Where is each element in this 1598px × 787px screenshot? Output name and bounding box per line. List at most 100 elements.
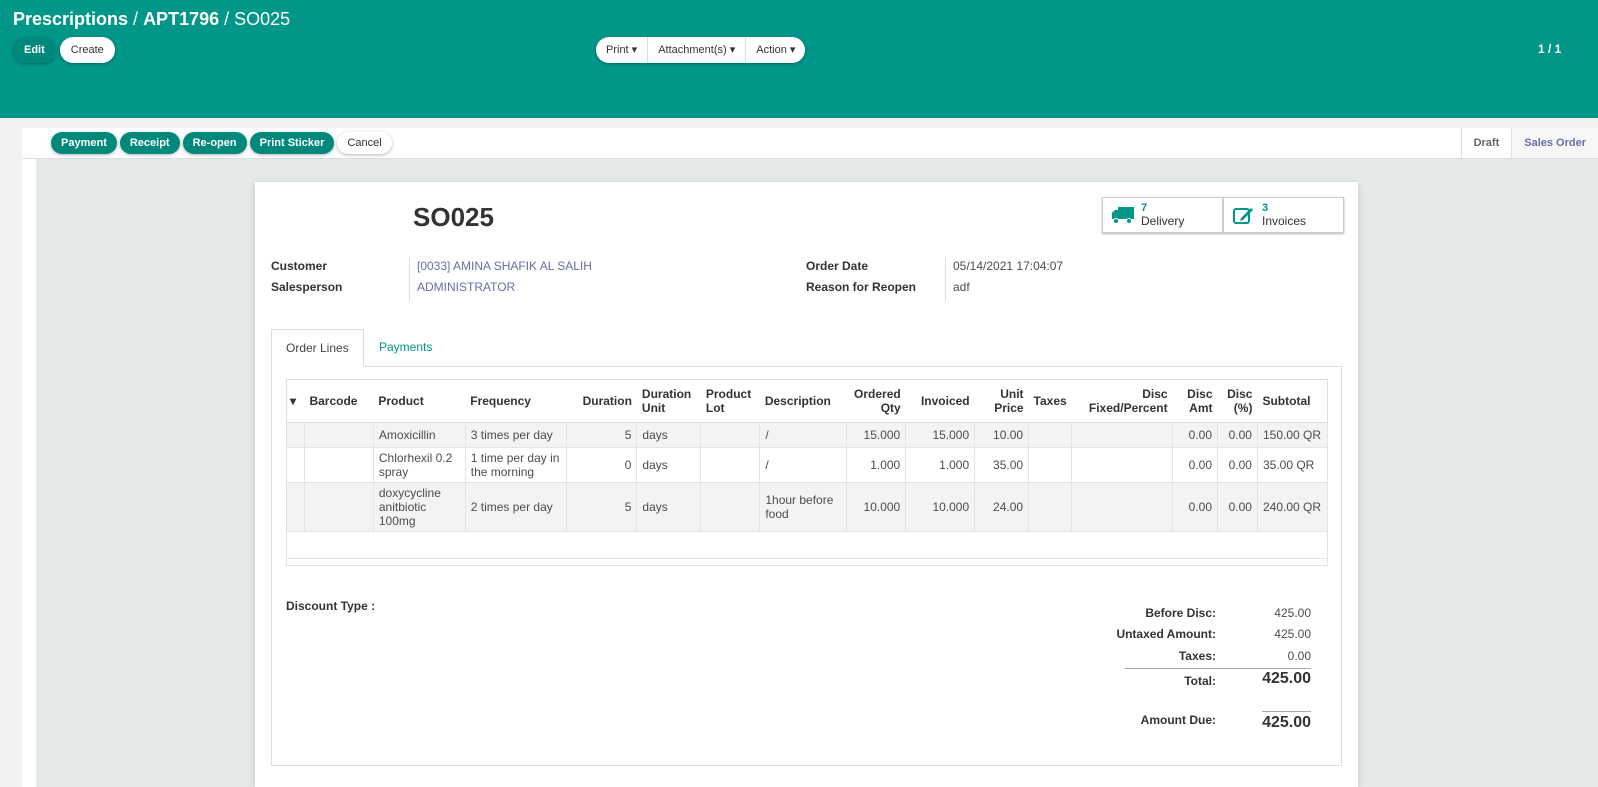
column-header[interactable]: Disc (%)	[1217, 379, 1258, 423]
table-cell: 10.000	[846, 482, 907, 532]
create-button[interactable]: Create	[59, 37, 115, 63]
reopen-button[interactable]: Re-open	[182, 132, 247, 154]
customer-label: Customer	[271, 259, 328, 273]
table-cell	[1071, 447, 1174, 483]
column-header[interactable]: Ordered Qty	[846, 379, 906, 423]
table-cell: 1hour before food	[759, 482, 848, 532]
edit-button[interactable]: Edit	[13, 37, 56, 63]
breadcrumb-prescriptions[interactable]: Prescriptions	[13, 9, 128, 29]
reason-field: adf	[953, 280, 970, 294]
customer-field[interactable]: [0033] AMINA SHAFIK AL SALIH	[417, 259, 592, 273]
taxes-label: Taxes:	[1178, 649, 1216, 663]
column-header[interactable]: Duration	[566, 379, 637, 423]
table-row[interactable]: doxycycline anitbiotic 100mg 2 times per …	[286, 482, 1329, 532]
invoices-smart-button[interactable]: 3 Invoices	[1223, 197, 1344, 233]
amount-due-label: Amount Due:	[1140, 713, 1216, 727]
table-cell: 5	[565, 422, 638, 448]
record-title: SO025	[413, 202, 494, 232]
table-row[interactable]: Amoxicillin 3 times per day 5 days/15.000 15…	[286, 422, 1329, 448]
table-cell	[1071, 422, 1174, 448]
total-label: Total:	[1184, 674, 1216, 688]
table-cell: 10.00	[974, 422, 1030, 448]
truck-icon	[1112, 207, 1134, 224]
stage-draft[interactable]: Draft	[1460, 128, 1512, 158]
control-panel: Prescriptions / APT1796 / SO025 Edit Cre…	[0, 0, 1598, 118]
column-header[interactable]: Unit Price	[974, 379, 1029, 423]
table-cell: 0.00	[1217, 422, 1258, 448]
empty-row	[286, 558, 1328, 566]
column-header[interactable]: Frequency	[465, 379, 567, 423]
table-cell	[700, 422, 761, 448]
column-header[interactable]: Disc Amt	[1172, 379, 1218, 423]
attachments-dropdown[interactable]: Attachment(s) ▾	[648, 37, 747, 63]
table-cell: 5	[565, 482, 638, 532]
table-cell: 0.00	[1217, 482, 1258, 532]
delivery-label: Delivery	[1141, 214, 1185, 228]
table-cell: 2 times per day	[464, 482, 567, 532]
cancel-button[interactable]: Cancel	[337, 132, 392, 154]
pager[interactable]: 1 / 1	[1538, 42, 1561, 56]
table-row[interactable]: Chlorhexil 0.2 spray 1 time per day in th…	[286, 447, 1329, 483]
sidebar-actions: Print ▾ Attachment(s) ▾ Action ▾	[596, 37, 806, 63]
column-header[interactable]: Product Lot	[700, 379, 760, 423]
payment-button[interactable]: Payment	[51, 132, 117, 154]
print-sticker-button[interactable]: Print Sticker	[249, 132, 335, 154]
delivery-smart-button[interactable]: 7 Delivery	[1102, 197, 1223, 233]
table-cell	[700, 447, 761, 483]
table-cell: 10.000	[905, 482, 976, 532]
action-dropdown[interactable]: Action ▾	[746, 37, 805, 63]
print-dropdown[interactable]: Print ▾	[596, 37, 649, 63]
column-header[interactable]: Taxes	[1028, 379, 1072, 423]
row-handle[interactable]	[286, 482, 305, 532]
receipt-button[interactable]: Receipt	[119, 132, 180, 154]
breadcrumb-appointment[interactable]: APT1796	[143, 9, 219, 29]
status-bar: Payment Receipt Re-open Print Sticker Ca…	[22, 128, 1598, 159]
table-cell: 24.00	[974, 482, 1030, 532]
amount-due-value: 425.00	[1262, 711, 1311, 732]
table-cell: 35.00 QR	[1256, 447, 1329, 483]
table-cell: 15.000	[905, 422, 976, 448]
table-cell: 0.00	[1172, 482, 1219, 532]
table-cell	[1071, 482, 1174, 532]
table-cell: /	[759, 447, 848, 483]
salesperson-field[interactable]: ADMINISTRATOR	[417, 280, 515, 294]
form-sheet: SO025 7 Delivery 3 Invoices Customer [0033…	[255, 182, 1358, 787]
notebook-tabs: Order Lines Payments	[271, 329, 1342, 367]
tab-payments[interactable]: Payments	[365, 329, 446, 367]
breadcrumb-current: SO025	[234, 9, 291, 29]
row-handle[interactable]	[286, 422, 305, 448]
column-header[interactable]: Product	[373, 379, 466, 423]
before-disc-value: 425.00	[1274, 606, 1311, 620]
row-handle[interactable]	[286, 447, 305, 483]
column-header[interactable]: Description	[759, 379, 847, 423]
before-disc-label: Before Disc:	[1145, 606, 1216, 620]
stage-sales-order[interactable]: Sales Order	[1511, 128, 1598, 158]
untaxed-label: Untaxed Amount:	[1116, 627, 1216, 641]
salesperson-label: Salesperson	[271, 280, 343, 294]
edit-icon	[1233, 208, 1253, 224]
column-header[interactable]: Invoiced	[905, 379, 975, 423]
order-date-field: 05/14/2021 17:04:07	[953, 259, 1064, 273]
order-lines-table: ▾ Barcode Product Frequency Duration Duration…	[286, 379, 1329, 566]
table-cell: 1 time per day in the morning	[464, 447, 567, 483]
order-lines-pane: ▾ Barcode Product Frequency Duration Duration…	[271, 366, 1342, 766]
column-header[interactable]: Disc Fixed/Percent	[1071, 379, 1173, 423]
sort-handle-icon[interactable]: ▾	[286, 379, 305, 423]
table-cell: 3 times per day	[464, 422, 567, 448]
table-cell: 0.00	[1172, 447, 1219, 483]
table-cell: 1.000	[846, 447, 907, 483]
table-cell	[303, 422, 374, 448]
delivery-count: 7	[1141, 202, 1148, 214]
table-cell	[700, 482, 761, 532]
invoices-count: 3	[1262, 202, 1269, 214]
tab-order-lines[interactable]: Order Lines	[271, 329, 364, 367]
table-cell: 240.00 QR	[1256, 482, 1329, 532]
table-cell	[303, 447, 374, 483]
table-cell: doxycycline anitbiotic 100mg	[372, 482, 466, 532]
table-cell: /	[759, 422, 848, 448]
column-header[interactable]: Barcode	[304, 379, 374, 423]
total-value: 425.00	[1262, 670, 1311, 687]
column-header[interactable]: Duration Unit	[636, 379, 701, 423]
column-header[interactable]: Subtotal	[1257, 379, 1328, 423]
table-cell	[1028, 447, 1073, 483]
